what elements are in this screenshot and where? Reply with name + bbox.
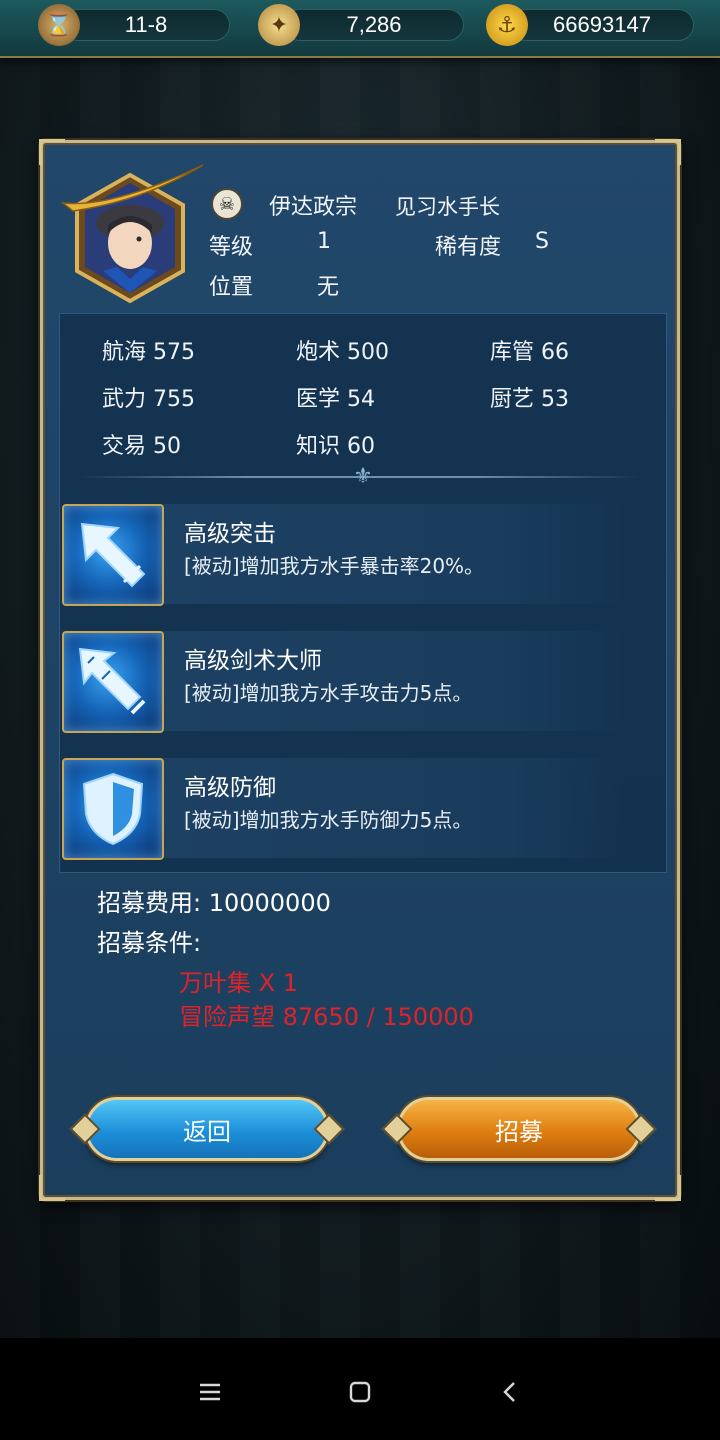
stat-cooking: 厨艺 53 — [490, 387, 569, 412]
corner-ornament — [39, 1175, 65, 1201]
skill-description: [被动]增加我方水手防御力5点。 — [184, 808, 473, 832]
gold-counter: 66693147 — [510, 9, 694, 41]
arrow-strike-icon — [62, 504, 164, 606]
gold-value: 66693147 — [553, 12, 651, 37]
shield-icon — [62, 758, 164, 860]
stats-panel: 航海 575 炮术 500 库管 66 武力 755 医学 54 厨艺 53 交… — [59, 313, 667, 873]
stage-counter: 11-8 — [62, 9, 230, 41]
stat-storage: 库管 66 — [490, 340, 569, 365]
skill-name: 高级防御 — [184, 775, 276, 801]
stat-trade: 交易 50 — [102, 434, 181, 459]
recruit-button-label: 招募 — [495, 1117, 543, 1146]
position-label: 位置 — [209, 275, 254, 300]
character-title: 见习水手长 — [395, 195, 500, 219]
recruit-cost: 招募费用: 10000000 — [97, 889, 331, 917]
back-button-label: 返回 — [183, 1117, 231, 1146]
skill-description: [被动]增加我方水手攻击力5点。 — [184, 681, 473, 705]
level-value: 1 — [317, 229, 331, 254]
skill-row[interactable]: 高级剑术大师 [被动]增加我方水手攻击力5点。 — [62, 631, 624, 735]
stat-force: 武力 755 — [102, 387, 195, 412]
crescent-helmet-icon — [60, 164, 203, 212]
stat-gunnery: 炮术 500 — [296, 340, 389, 365]
sword-icon — [62, 631, 164, 733]
recruit-condition-item: 万叶集 X 1 — [179, 969, 298, 997]
recruit-button[interactable]: 招募 — [381, 1097, 657, 1161]
corner-ornament — [655, 1175, 681, 1201]
corner-ornament — [39, 139, 65, 165]
recruit-condition-reputation: 冒险声望 87650 / 150000 — [179, 1003, 474, 1031]
stat-medicine: 医学 54 — [296, 387, 375, 412]
resource-bar: 11-8 ⌛ 7,286 ✦ 66693147 ⚓ — [0, 0, 720, 58]
stage-value: 11-8 — [124, 12, 168, 37]
fleur-ornament-icon: ⚜ — [353, 464, 373, 489]
level-label: 等级 — [209, 235, 254, 260]
back-button[interactable]: 返回 — [69, 1097, 345, 1161]
stat-knowledge: 知识 60 — [296, 434, 375, 459]
back-nav-icon[interactable] — [490, 1372, 530, 1412]
stat-navigation: 航海 575 — [102, 340, 195, 365]
compass-icon: ✦ — [258, 4, 300, 46]
corner-ornament — [655, 139, 681, 165]
compass-counter: 7,286 — [284, 9, 464, 41]
system-nav-bar — [0, 1338, 720, 1440]
hourglass-icon: ⌛ — [38, 4, 80, 46]
rarity-value: S — [535, 229, 549, 254]
skill-row[interactable]: 高级突击 [被动]增加我方水手暴击率20%。 — [62, 504, 624, 608]
character-name: 伊达政宗 — [269, 195, 358, 220]
menu-icon[interactable] — [190, 1372, 230, 1412]
skill-row[interactable]: 高级防御 [被动]增加我方水手防御力5点。 — [62, 758, 624, 862]
skill-name: 高级剑术大师 — [184, 648, 322, 674]
recruit-dialog: ☠ 伊达政宗 见习水手长 等级 1 稀有度 S 位置 无 航海 575 炮术 5… — [39, 139, 681, 1201]
position-value: 无 — [317, 275, 340, 300]
skill-description: [被动]增加我方水手暴击率20%。 — [184, 554, 485, 578]
rarity-label: 稀有度 — [435, 235, 502, 260]
anchor-coin-icon: ⚓ — [486, 4, 528, 46]
recruit-conditions-label: 招募条件: — [97, 929, 202, 957]
skull-icon: ☠ — [211, 188, 243, 220]
skill-name: 高级突击 — [184, 521, 276, 547]
compass-value: 7,286 — [346, 12, 402, 37]
home-icon[interactable] — [340, 1372, 380, 1412]
